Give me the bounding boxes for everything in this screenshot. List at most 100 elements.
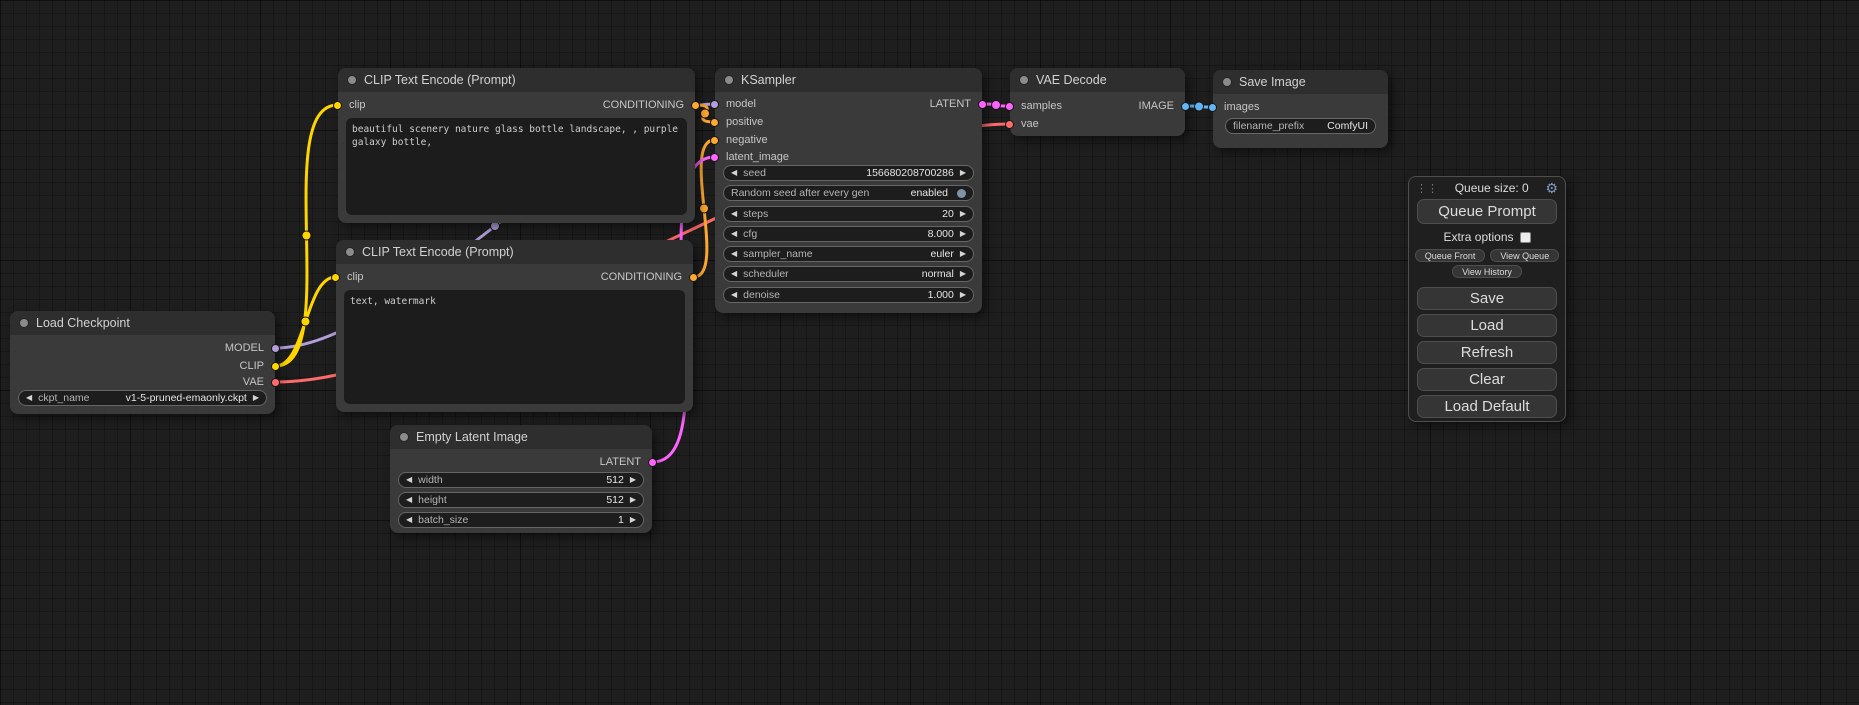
port-dot-clip[interactable]	[331, 273, 340, 282]
port-label: CONDITIONING	[603, 99, 684, 111]
decrement-arrow-icon[interactable]: ◀	[406, 513, 412, 527]
widget-random-seed-toggle[interactable]: Random seed after every gen enabled	[723, 185, 974, 201]
increment-arrow-icon[interactable]: ▶	[960, 166, 966, 180]
port-dot-conditioning[interactable]	[691, 101, 700, 110]
widget-batch-size[interactable]: ◀ batch_size 1 ▶	[398, 512, 644, 528]
widget-denoise[interactable]: ◀ denoise 1.000 ▶	[723, 287, 974, 303]
port-dot-clip[interactable]	[271, 362, 280, 371]
port-dot-image[interactable]	[1208, 103, 1217, 112]
port-dot-vae[interactable]	[1005, 120, 1014, 129]
drag-handle-icon[interactable]: ⋮⋮	[1416, 182, 1438, 195]
port-dot-latent[interactable]	[648, 458, 657, 467]
port-dot-vae[interactable]	[271, 378, 280, 387]
input-port-latent-image[interactable]: latent_image	[710, 150, 789, 164]
prompt-textarea[interactable]: beautiful scenery nature glass bottle la…	[346, 118, 687, 215]
queue-front-button[interactable]: Queue Front	[1415, 249, 1486, 262]
view-queue-button[interactable]: View Queue	[1490, 249, 1559, 262]
output-port-conditioning[interactable]: CONDITIONING	[601, 270, 698, 284]
input-port-images[interactable]: images	[1208, 100, 1259, 114]
decrement-arrow-icon[interactable]: ◀	[731, 267, 737, 281]
settings-gear-icon[interactable]: ⚙	[1545, 180, 1558, 197]
widget-steps[interactable]: ◀ steps 20 ▶	[723, 206, 974, 222]
port-dot-conditioning[interactable]	[710, 118, 719, 127]
port-dot-image[interactable]	[1181, 102, 1190, 111]
port-dot-latent[interactable]	[978, 100, 987, 109]
increment-arrow-icon[interactable]: ▶	[960, 247, 966, 261]
input-port-vae[interactable]: vae	[1005, 117, 1039, 131]
port-dot-conditioning[interactable]	[710, 136, 719, 145]
prompt-textarea[interactable]: text, watermark	[344, 290, 685, 404]
widget-value: 8.000	[928, 228, 954, 240]
decrement-arrow-icon[interactable]: ◀	[731, 166, 737, 180]
input-port-positive[interactable]: positive	[710, 115, 763, 129]
decrement-arrow-icon[interactable]: ◀	[731, 288, 737, 302]
input-port-model[interactable]: model	[710, 97, 756, 111]
output-port-clip[interactable]: CLIP	[240, 359, 280, 373]
output-port-conditioning[interactable]: CONDITIONING	[603, 98, 700, 112]
node-load-checkpoint[interactable]: Load Checkpoint MODEL CLIP VAE ◀ ckpt_na…	[10, 311, 275, 414]
increment-arrow-icon[interactable]: ▶	[630, 513, 636, 527]
widget-cfg[interactable]: ◀ cfg 8.000 ▶	[723, 226, 974, 242]
widget-value: euler	[930, 248, 953, 260]
toggle-knob-icon[interactable]	[957, 189, 966, 198]
widget-value: 512	[606, 474, 624, 486]
decrement-arrow-icon[interactable]: ◀	[26, 391, 32, 405]
port-dot-model[interactable]	[710, 100, 719, 109]
input-port-negative[interactable]: negative	[710, 133, 768, 147]
port-dot-latent[interactable]	[1005, 102, 1014, 111]
node-title: Save Image	[1239, 75, 1306, 89]
load-default-button[interactable]: Load Default	[1417, 395, 1557, 418]
output-port-model[interactable]: MODEL	[225, 341, 280, 355]
input-port-samples[interactable]: samples	[1005, 99, 1062, 113]
increment-arrow-icon[interactable]: ▶	[960, 227, 966, 241]
output-port-latent[interactable]: LATENT	[600, 455, 657, 469]
widget-sampler-name[interactable]: ◀ sampler_name euler ▶	[723, 246, 974, 262]
increment-arrow-icon[interactable]: ▶	[630, 473, 636, 487]
node-empty-latent-image[interactable]: Empty Latent Image LATENT ◀ width 512 ▶ …	[390, 425, 652, 533]
port-label: VAE	[243, 376, 264, 388]
extra-options-checkbox[interactable]	[1520, 232, 1531, 243]
node-ksampler[interactable]: KSampler model positive negative latent_…	[715, 68, 982, 313]
decrement-arrow-icon[interactable]: ◀	[731, 227, 737, 241]
view-history-button[interactable]: View History	[1452, 265, 1522, 278]
output-port-vae[interactable]: VAE	[243, 375, 280, 389]
decrement-arrow-icon[interactable]: ◀	[731, 207, 737, 221]
save-button[interactable]: Save	[1417, 287, 1557, 310]
increment-arrow-icon[interactable]: ▶	[960, 267, 966, 281]
node-title: Empty Latent Image	[416, 430, 528, 444]
widget-seed[interactable]: ◀ seed 156680208700286 ▶	[723, 165, 974, 181]
node-save-image[interactable]: Save Image images filename_prefix ComfyU…	[1213, 70, 1388, 148]
increment-arrow-icon[interactable]: ▶	[253, 391, 259, 405]
port-dot-clip[interactable]	[333, 101, 342, 110]
node-title-bar: Empty Latent Image	[390, 425, 652, 449]
widget-width[interactable]: ◀ width 512 ▶	[398, 472, 644, 488]
node-vae-decode[interactable]: VAE Decode samples vae IMAGE	[1010, 68, 1185, 136]
node-clip-text-encode-negative[interactable]: CLIP Text Encode (Prompt) clip CONDITION…	[336, 240, 693, 412]
port-dot-model[interactable]	[271, 344, 280, 353]
increment-arrow-icon[interactable]: ▶	[960, 207, 966, 221]
widget-filename-prefix[interactable]: filename_prefix ComfyUI	[1225, 118, 1376, 134]
output-port-image[interactable]: IMAGE	[1139, 99, 1190, 113]
port-label: images	[1224, 101, 1259, 113]
node-clip-text-encode-positive[interactable]: CLIP Text Encode (Prompt) clip CONDITION…	[338, 68, 695, 223]
widget-ckpt-name[interactable]: ◀ ckpt_name v1-5-pruned-emaonly.ckpt ▶	[18, 390, 267, 406]
decrement-arrow-icon[interactable]: ◀	[731, 247, 737, 261]
decrement-arrow-icon[interactable]: ◀	[406, 493, 412, 507]
port-dot-conditioning[interactable]	[689, 273, 698, 282]
increment-arrow-icon[interactable]: ▶	[630, 493, 636, 507]
increment-arrow-icon[interactable]: ▶	[960, 288, 966, 302]
widget-scheduler[interactable]: ◀ scheduler normal ▶	[723, 266, 974, 282]
clear-button[interactable]: Clear	[1417, 368, 1557, 391]
refresh-button[interactable]: Refresh	[1417, 341, 1557, 364]
input-port-clip[interactable]: clip	[331, 270, 364, 284]
input-port-clip[interactable]: clip	[333, 98, 366, 112]
node-status-dot-icon	[347, 75, 357, 85]
decrement-arrow-icon[interactable]: ◀	[406, 473, 412, 487]
load-button[interactable]: Load	[1417, 314, 1557, 337]
link-clip-to-negative-prompt	[276, 277, 336, 366]
widget-height[interactable]: ◀ height 512 ▶	[398, 492, 644, 508]
output-port-latent[interactable]: LATENT	[930, 97, 987, 111]
queue-prompt-button[interactable]: Queue Prompt	[1417, 199, 1557, 224]
port-dot-latent[interactable]	[710, 153, 719, 162]
node-title-bar: CLIP Text Encode (Prompt)	[338, 68, 695, 92]
